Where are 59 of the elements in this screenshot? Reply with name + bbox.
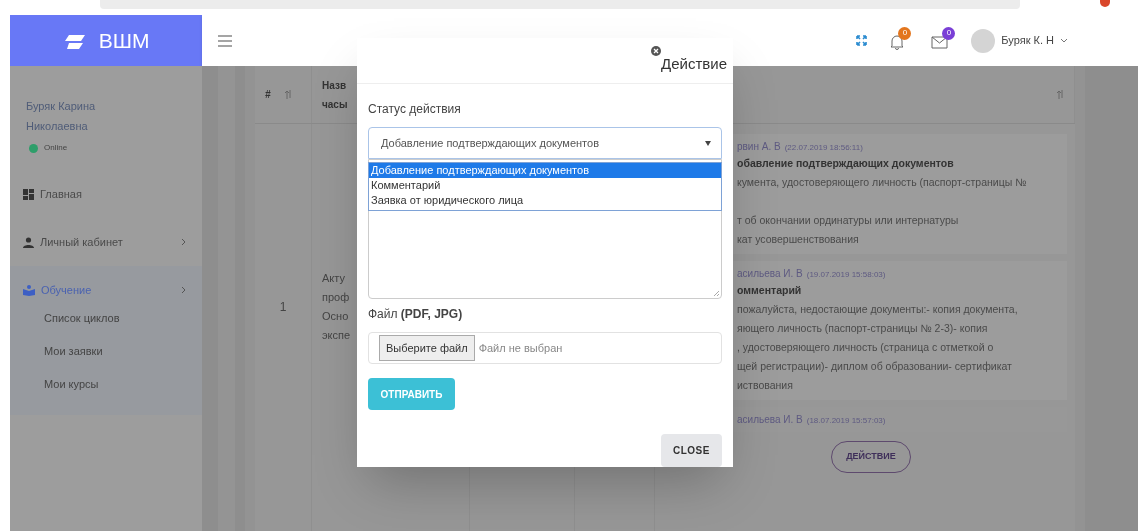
close-icon[interactable] [651,46,662,56]
history-text: яющего личность (паспорт-страницы № 2-3)- копия [737,321,989,336]
cell-text: экспе [322,327,351,343]
user-name[interactable]: Буряк К. Н [1001,32,1054,49]
dropdown-caret-icon [705,140,711,146]
chevron-down-icon[interactable] [1060,38,1068,43]
dropdown-option[interactable]: Заявка от юридического лица [369,193,721,208]
menu-item[interactable]: Главная [10,182,202,206]
dashboard-icon [23,188,34,200]
dropdown-option[interactable]: Комментарий [369,178,721,193]
online-status: Online [44,142,68,154]
author-link[interactable]: асильева И. В [737,266,803,281]
row-number: 1 [279,298,287,316]
author-link[interactable]: рвин А. В [737,139,781,154]
history-text: кат усовершенствования [737,232,860,247]
close-button[interactable]: CLOSE [661,434,722,467]
message-badge: 0 [942,26,956,40]
file-status: Файл не выбран [478,340,563,356]
menu-icon[interactable] [218,34,232,47]
action-title: омментарий [737,283,803,298]
menu-item[interactable]: Личный кабинет [10,230,202,254]
chevron-right-icon [181,286,186,294]
cell-text: Осно [322,308,349,324]
file-label: Файл (PDF, JPG) [368,306,464,323]
submenu-item[interactable]: Список циклов [10,302,202,335]
history-text: кумента, удостоверяющего личность (паспорт-страницы № [737,175,1028,190]
bell-icon[interactable] [889,33,906,50]
column-header[interactable]: # [265,85,271,104]
choose-file-button[interactable]: Выберите файл [379,334,475,362]
file-field[interactable]: Выберите файл Файл не выбран [368,332,722,364]
mail-icon[interactable] [931,35,949,49]
column-header[interactable]: Назв часы [322,75,348,114]
cell-text: Акту [322,270,345,286]
field-label: Статус действия [368,101,462,118]
sidebar-user-name[interactable]: Буряк Карина Николаевна [26,96,116,136]
action-title: обавление подтверждающих документов [737,156,955,171]
author-link[interactable]: асильева И. В [737,412,803,427]
menu-item[interactable]: Обучение [10,278,202,302]
cell-text: проф [322,289,350,305]
history-text: пожалуйста, недостающие документы:- копия документа, [737,302,1019,317]
submenu-item[interactable]: Мои курсы [10,368,202,401]
sort-icon[interactable] [1057,90,1064,99]
resize-handle-icon[interactable] [713,290,719,296]
fullscreen-icon[interactable] [856,35,868,46]
modal-title: Действие [661,54,727,74]
chevron-right-icon [181,238,186,246]
history-text: т об окончании ординатуры или интернатуры [737,213,960,228]
sort-icon[interactable] [284,90,292,99]
dropdown-option[interactable]: Добавление подтверждающих документов [369,163,721,178]
person-icon [23,236,34,248]
history-text: , удостоверяющего личность (страница с отметкой о [737,340,995,355]
logo-text: ВШМ [98,27,150,54]
submit-button[interactable]: ОТПРАВИТЬ [368,378,455,410]
submenu-item[interactable]: Мои заявки [10,335,202,368]
history-text: иствования [737,378,794,393]
reader-icon [23,284,35,296]
history-text: щей регистрации)- диплом об образовании- сертификат [737,359,1013,374]
status-select[interactable]: Добавление подтверждающих документов [368,127,722,159]
notification-badge: 0 [898,26,912,40]
